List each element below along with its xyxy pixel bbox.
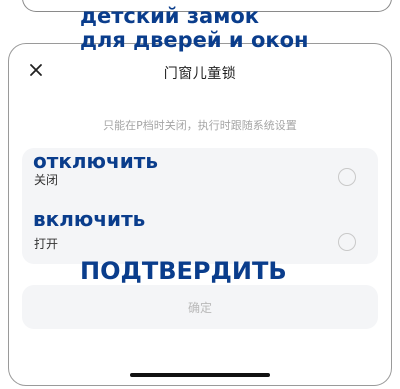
dialog-title: 门窗儿童锁 [163, 66, 237, 82]
dialog-subtitle: 只能在P档时关闭，执行时跟随系统设置 [103, 119, 297, 132]
annotation-title-line1: детский замок [80, 4, 260, 28]
annotation-on: включить [33, 207, 146, 231]
confirm-button[interactable]: 确定 [22, 285, 378, 329]
option-on-radio[interactable] [338, 233, 356, 251]
option-off-label: 关闭 [34, 173, 59, 187]
annotation-title-line2: для дверей и окон [80, 28, 309, 52]
home-indicator [130, 373, 270, 377]
option-off-radio[interactable] [338, 168, 356, 186]
option-on-label: 打开 [34, 237, 59, 251]
screen: 门窗儿童锁 只能在P档时关闭，执行时跟随系统设置 关闭 打开 确定 детски… [0, 0, 400, 389]
annotation-confirm: ПОДТВЕРДИТЬ [80, 257, 287, 285]
annotation-off: отключить [33, 149, 158, 173]
